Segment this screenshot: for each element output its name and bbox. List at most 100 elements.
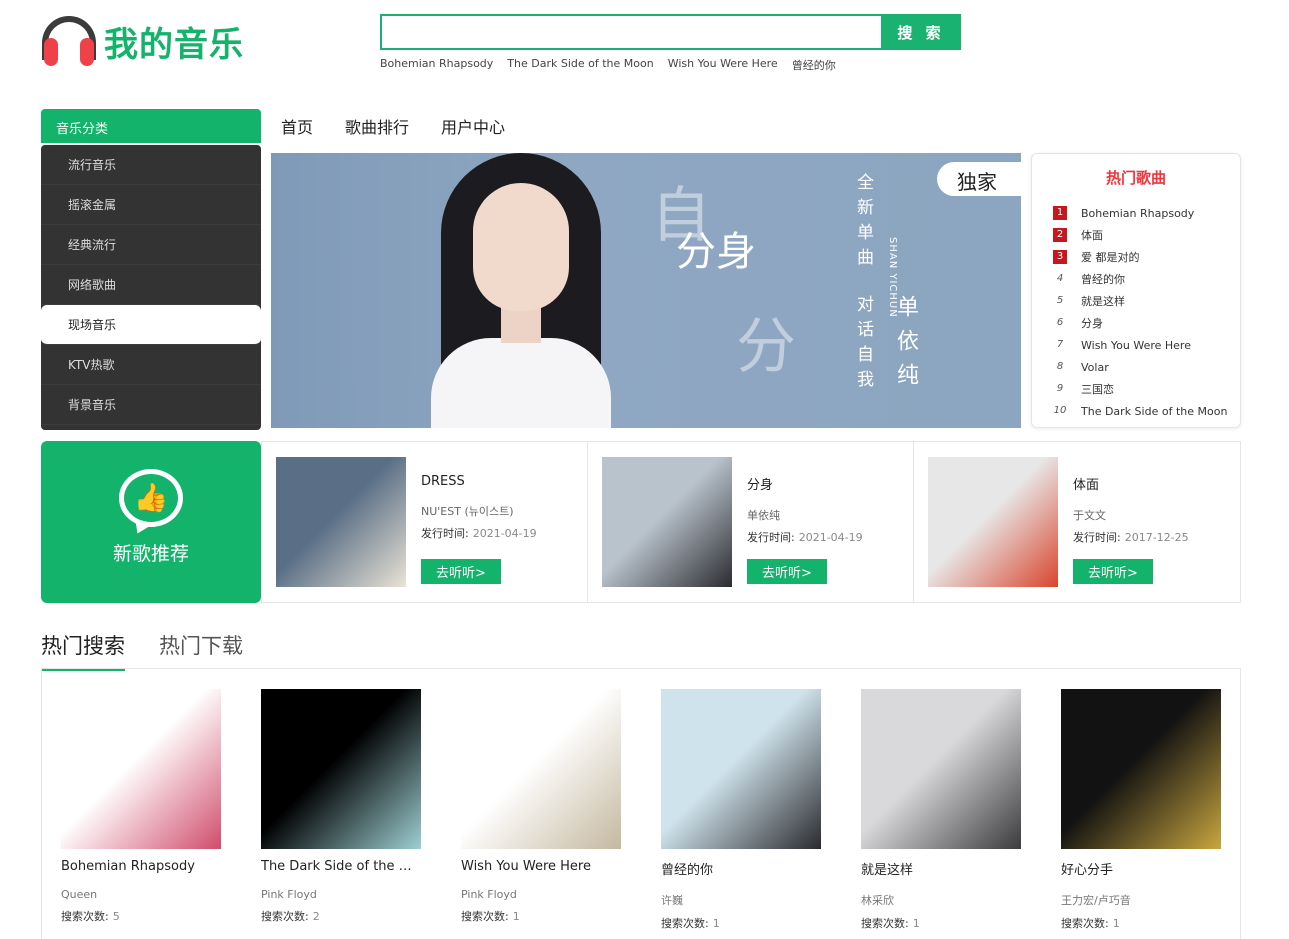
hot-keyword[interactable]: Wish You Were Here: [668, 57, 778, 73]
hot-songs-panel: 热门歌曲 1 Bohemian Rhapsody 2 体面 3 爱 都是对的 4 曾经的…: [1031, 153, 1241, 428]
hot-song-name: 曾经的你: [1081, 273, 1125, 286]
hot-song-name: 爱 都是对的: [1081, 251, 1140, 264]
artist-name[interactable]: NU'EST (뉴이스트): [421, 503, 537, 519]
promo-banner[interactable]: 自 分 分身 全新单曲 对话自我 SHAN YICHUN 单依纯 独家: [271, 153, 1021, 428]
category-item[interactable]: 摇滚金属: [41, 185, 261, 225]
rank-number: 7: [1056, 339, 1064, 350]
hot-keyword[interactable]: Bohemian Rhapsody: [380, 57, 493, 73]
hot-song-row[interactable]: 8 Volar: [1032, 356, 1240, 378]
rank-badge: 3: [1053, 250, 1067, 264]
album-name[interactable]: 好心分手: [1061, 859, 1221, 878]
hot-song-row[interactable]: 5 就是这样: [1032, 290, 1240, 312]
song-name[interactable]: DRESS: [421, 474, 537, 489]
album-name[interactable]: 就是这样: [861, 859, 1021, 878]
headphones-icon: [40, 14, 98, 68]
artist-name[interactable]: Queen: [61, 888, 221, 901]
nav-user-center[interactable]: 用户中心: [441, 114, 505, 138]
hot-song-row[interactable]: 1 Bohemian Rhapsody: [1032, 202, 1240, 224]
hot-song-row[interactable]: 7 Wish You Were Here: [1032, 334, 1240, 356]
new-songs-list: DRESS NU'EST (뉴이스트) 发行时间: 2021-04-19 去听听>…: [261, 441, 1241, 603]
hot-keyword[interactable]: The Dark Side of the Moon: [507, 57, 653, 73]
listen-button[interactable]: 去听听>: [747, 559, 827, 584]
song-name[interactable]: 体面: [1073, 474, 1189, 493]
hot-song-row[interactable]: 3 爱 都是对的: [1032, 246, 1240, 268]
album-cover[interactable]: [276, 457, 406, 587]
search-count: 搜索次数: 1: [661, 917, 720, 930]
hot-song-row[interactable]: 2 体面: [1032, 224, 1240, 246]
hot-keywords: Bohemian Rhapsody The Dark Side of the M…: [380, 57, 836, 73]
album-card: 就是这样 林采欣 搜索次数: 1: [861, 689, 1021, 931]
category-item[interactable]: 经典流行: [41, 225, 261, 265]
rank-number: 5: [1056, 295, 1064, 306]
nav-ranking[interactable]: 歌曲排行: [345, 114, 409, 138]
hot-song-name: 就是这样: [1081, 295, 1125, 308]
banner-tagline-2: 对话自我: [853, 295, 873, 395]
artist-name[interactable]: 林采欣: [861, 892, 1021, 908]
album-cover[interactable]: [661, 689, 821, 849]
listen-button[interactable]: 去听听>: [421, 559, 501, 584]
artist-name[interactable]: Pink Floyd: [261, 888, 421, 901]
album-cover[interactable]: [1061, 689, 1221, 849]
hot-song-name: Wish You Were Here: [1081, 338, 1191, 352]
album-cover[interactable]: [861, 689, 1021, 849]
album-card: Bohemian Rhapsody Queen 搜索次数: 5: [61, 689, 221, 924]
album-cover[interactable]: [602, 457, 732, 587]
tab-hot-download[interactable]: 热门下载: [159, 630, 243, 671]
category-item-active[interactable]: 现场音乐: [41, 305, 261, 345]
hot-song-row[interactable]: 10 The Dark Side of the Moon: [1032, 400, 1240, 422]
search-count: 搜索次数: 1: [861, 917, 920, 930]
album-cover[interactable]: [928, 457, 1058, 587]
banner-artist-cn: 单依纯: [893, 295, 918, 397]
album-name[interactable]: Bohemian Rhapsody: [61, 859, 221, 874]
album-name[interactable]: 曾经的你: [661, 859, 821, 878]
search-count: 搜索次数: 1: [1061, 917, 1120, 930]
hot-song-name: 体面: [1081, 229, 1103, 242]
category-item[interactable]: KTV热歌: [41, 345, 261, 385]
artist-name[interactable]: 王力宏/卢巧音: [1061, 892, 1221, 908]
album-card: 好心分手 王力宏/卢巧音 搜索次数: 1: [1061, 689, 1221, 931]
artist-name[interactable]: 于文文: [1073, 507, 1189, 523]
search-input[interactable]: [380, 14, 881, 50]
song-name[interactable]: 分身: [747, 474, 863, 493]
album-cover[interactable]: [61, 689, 221, 849]
exclusive-badge: 独家: [937, 162, 1021, 196]
release-date: 发行时间: 2017-12-25: [1073, 531, 1189, 544]
release-date: 发行时间: 2021-04-19: [747, 531, 863, 544]
listen-button[interactable]: 去听听>: [1073, 559, 1153, 584]
hot-song-row[interactable]: 4 曾经的你: [1032, 268, 1240, 290]
rank-number: 10: [1053, 405, 1067, 416]
search-count: 搜索次数: 1: [461, 910, 520, 923]
logo-text: 我的音乐: [104, 24, 244, 65]
main-nav: 首页 歌曲排行 用户中心: [281, 114, 505, 138]
category-list: 流行音乐 摇滚金属 经典流行 网络歌曲 现场音乐 KTV热歌 背景音乐: [41, 145, 261, 430]
artist-name[interactable]: 许巍: [661, 892, 821, 908]
tab-hot-search[interactable]: 热门搜索: [41, 630, 125, 671]
hot-song-row[interactable]: 9 三国恋: [1032, 378, 1240, 400]
album-card: Wish You Were Here Pink Floyd 搜索次数: 1: [461, 689, 621, 924]
artist-name[interactable]: 单依纯: [747, 507, 863, 523]
hot-song-row[interactable]: 6 分身: [1032, 312, 1240, 334]
rank-badge: 1: [1053, 206, 1067, 220]
category-header: 音乐分类: [41, 109, 261, 143]
rank-tabs: 热门搜索 热门下载: [41, 630, 243, 671]
album-cover[interactable]: [261, 689, 421, 849]
hot-song-name: Bohemian Rhapsody: [1081, 206, 1195, 220]
search-bar: 搜 索: [380, 14, 961, 50]
search-button[interactable]: 搜 索: [881, 14, 961, 50]
category-item[interactable]: 网络歌曲: [41, 265, 261, 305]
nav-home[interactable]: 首页: [281, 114, 313, 138]
album-name[interactable]: Wish You Were Here: [461, 859, 621, 874]
category-item[interactable]: 背景音乐: [41, 385, 261, 425]
rank-number: 4: [1056, 273, 1064, 284]
banner-tagline-1: 全新单曲: [853, 173, 873, 273]
banner-artist-image: [401, 153, 641, 428]
artist-name[interactable]: Pink Floyd: [461, 888, 621, 901]
new-songs-card[interactable]: 👍 新歌推荐: [41, 441, 261, 603]
category-item[interactable]: 流行音乐: [41, 145, 261, 185]
new-song-item: 分身 单依纯 发行时间: 2021-04-19 去听听>: [587, 442, 913, 602]
search-count: 搜索次数: 5: [61, 910, 120, 923]
album-cover[interactable]: [461, 689, 621, 849]
site-logo[interactable]: 我的音乐: [40, 14, 244, 68]
hot-keyword[interactable]: 曾经的你: [792, 57, 836, 73]
album-name[interactable]: The Dark Side of the Mo...: [261, 859, 421, 874]
